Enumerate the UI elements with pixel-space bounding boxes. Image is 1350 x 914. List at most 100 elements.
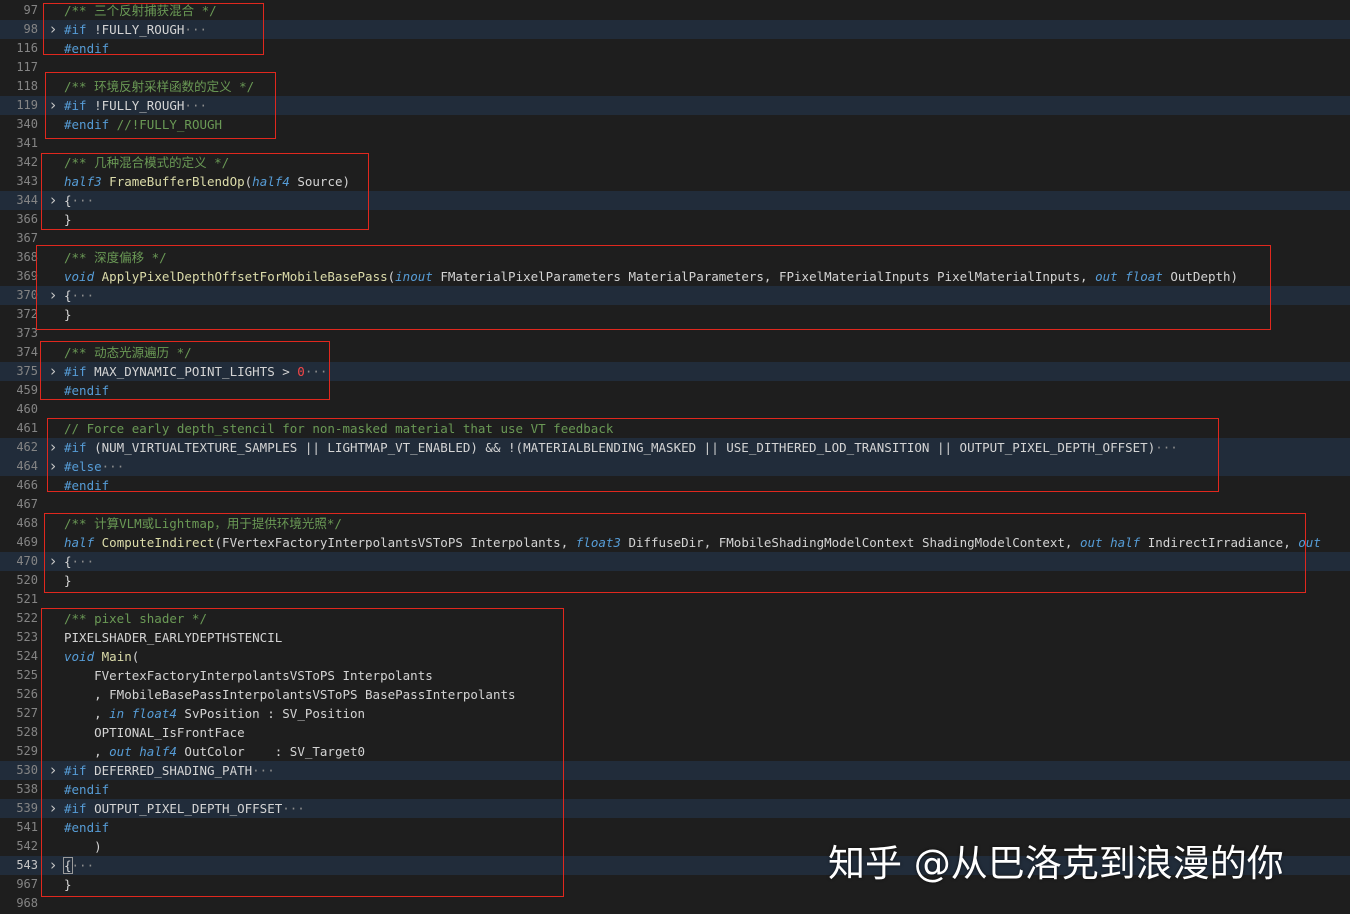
code-line[interactable]: 368 /** 深度偏移 */ (0, 248, 1350, 267)
code-line[interactable]: 464 › #else··· (0, 457, 1350, 476)
code-text: #endif (64, 818, 109, 837)
code-text: #endif (64, 780, 109, 799)
code-line[interactable]: 373 (0, 324, 1350, 343)
code-text: #if MAX_DYNAMIC_POINT_LIGHTS > 0··· (64, 362, 327, 381)
chevron-right-icon[interactable]: › (46, 20, 60, 39)
fold-ellipsis[interactable]: ··· (72, 858, 95, 873)
code-line[interactable]: 369 void ApplyPixelDepthOffsetForMobileBa… (0, 267, 1350, 286)
fold-ellipsis[interactable]: ··· (1155, 440, 1178, 455)
fold-ellipsis[interactable]: ··· (305, 364, 328, 379)
code-line[interactable]: 467 (0, 495, 1350, 514)
chevron-right-icon[interactable]: › (46, 362, 60, 381)
fold-ellipsis[interactable]: ··· (184, 98, 207, 113)
code-line[interactable]: 375 › #if MAX_DYNAMIC_POINT_LIGHTS > 0··· (0, 362, 1350, 381)
code-line[interactable]: 342 /** 几种混合模式的定义 */ (0, 153, 1350, 172)
code-line[interactable]: 341 (0, 134, 1350, 153)
code-token: SvPosition : SV_Position (176, 706, 366, 721)
code-line[interactable]: 469 half ComputeIndirect(FVertexFactoryIn… (0, 533, 1350, 552)
code-line[interactable]: 530 › #if DEFERRED_SHADING_PATH··· (0, 761, 1350, 780)
code-line[interactable]: 460 (0, 400, 1350, 419)
chevron-right-icon[interactable]: › (46, 761, 60, 780)
code-line[interactable]: 119 › #if !FULLY_ROUGH··· (0, 96, 1350, 115)
code-line[interactable]: 526 , FMobileBasePassInterpolantsVSToPS … (0, 685, 1350, 704)
code-line[interactable]: 370 › {··· (0, 286, 1350, 305)
code-token: #else (64, 459, 102, 474)
code-token: out (1080, 535, 1103, 550)
chevron-right-icon[interactable]: › (46, 856, 60, 875)
fold-ellipsis[interactable]: ··· (282, 801, 305, 816)
line-number: 343 (16, 174, 38, 188)
line-number: 527 (16, 706, 38, 720)
code-line[interactable]: 968 (0, 894, 1350, 913)
code-line[interactable]: 374 /** 动态光源遍历 */ (0, 343, 1350, 362)
chevron-right-icon[interactable]: › (46, 438, 60, 457)
fold-ellipsis[interactable]: ··· (102, 459, 125, 474)
code-line[interactable]: 366} (0, 210, 1350, 229)
line-number: 367 (16, 231, 38, 245)
fold-ellipsis[interactable]: ··· (72, 554, 95, 569)
code-line[interactable]: 522 /** pixel shader */ (0, 609, 1350, 628)
code-line[interactable]: 528 OPTIONAL_IsFrontFace (0, 723, 1350, 742)
code-line[interactable]: 527 , in float4 SvPosition : SV_Position (0, 704, 1350, 723)
fold-ellipsis[interactable]: ··· (72, 288, 95, 303)
code-line[interactable]: 367 (0, 229, 1350, 248)
line-number: 116 (16, 41, 38, 55)
code-line[interactable]: 520} (0, 571, 1350, 590)
code-line[interactable]: 461 // Force early depth_stencil for non-… (0, 419, 1350, 438)
code-token: float3 (575, 535, 621, 550)
code-token: , (64, 706, 110, 721)
code-line[interactable]: 98 › #if !FULLY_ROUGH··· (0, 20, 1350, 39)
code-token: FMaterialPixelParameters MaterialParamet… (432, 269, 1096, 284)
code-text: {··· (64, 286, 94, 305)
code-line[interactable]: 525 FVertexFactoryInterpolantsVSToPS Int… (0, 666, 1350, 685)
line-number: 459 (16, 383, 38, 397)
code-line[interactable]: 372} (0, 305, 1350, 324)
code-text: /** 动态光源遍历 */ (64, 343, 192, 362)
fold-ellipsis[interactable]: ··· (252, 763, 275, 778)
code-line[interactable]: 97 /** 三个反射捕获混合 */ (0, 1, 1350, 20)
code-text: {··· (64, 191, 94, 210)
code-line[interactable]: 521 (0, 590, 1350, 609)
code-line[interactable]: 524 void Main( (0, 647, 1350, 666)
code-text: /** 计算VLM或Lightmap，用于提供环境光照*/ (64, 514, 342, 533)
code-token: void (64, 269, 95, 284)
code-token: MAX_DYNAMIC_POINT_LIGHTS > (86, 364, 298, 379)
code-line[interactable]: 539 › #if OUTPUT_PIXEL_DEPTH_OFFSET··· (0, 799, 1350, 818)
code-line[interactable]: 116 #endif (0, 39, 1350, 58)
code-line[interactable]: 344 › {··· (0, 191, 1350, 210)
chevron-right-icon[interactable]: › (46, 457, 60, 476)
code-token: #if (64, 801, 87, 816)
code-line[interactable]: 462 › #if (NUM_VIRTUALTEXTURE_SAMPLES || L… (0, 438, 1350, 457)
code-token: !FULLY_ROUGH (86, 22, 185, 37)
code-line[interactable]: 523 PIXELSHADER_EARLYDEPTHSTENCIL (0, 628, 1350, 647)
chevron-right-icon[interactable]: › (46, 191, 60, 210)
line-number: 967 (16, 877, 38, 891)
code-line[interactable]: 459 #endif (0, 381, 1350, 400)
code-line[interactable]: 118 /** 环境反射采样函数的定义 */ (0, 77, 1350, 96)
code-line[interactable]: 466 #endif (0, 476, 1350, 495)
chevron-right-icon[interactable]: › (46, 799, 60, 818)
fold-ellipsis[interactable]: ··· (72, 193, 95, 208)
code-token: DEFERRED_SHADING_PATH (86, 763, 253, 778)
line-number: 539 (16, 801, 38, 815)
line-number: 340 (16, 117, 38, 131)
code-text: /** 深度偏移 */ (64, 248, 167, 267)
chevron-right-icon[interactable]: › (46, 96, 60, 115)
fold-ellipsis[interactable]: ··· (184, 22, 207, 37)
code-token: in (109, 706, 125, 721)
line-number: 468 (16, 516, 38, 530)
chevron-right-icon[interactable]: › (46, 552, 60, 571)
line-number: 369 (16, 269, 38, 283)
code-line[interactable]: 343 half3 FrameBufferBlendOp(half4 Source… (0, 172, 1350, 191)
code-editor[interactable]: 97/** 三个反射捕获混合 */98 › #if !FULLY_ROUGH··· 1… (0, 0, 1350, 914)
code-line[interactable]: 470 › {··· (0, 552, 1350, 571)
code-line[interactable]: 529 , out half4 OutColor : SV_Target0 (0, 742, 1350, 761)
code-text: OPTIONAL_IsFrontFace (64, 723, 245, 742)
code-line[interactable]: 538 #endif (0, 780, 1350, 799)
code-line[interactable]: 468 /** 计算VLM或Lightmap，用于提供环境光照*/ (0, 514, 1350, 533)
chevron-right-icon[interactable]: › (46, 286, 60, 305)
line-number: 117 (16, 60, 38, 74)
code-line[interactable]: 340 #endif //!FULLY_ROUGH (0, 115, 1350, 134)
code-line[interactable]: 117 (0, 58, 1350, 77)
